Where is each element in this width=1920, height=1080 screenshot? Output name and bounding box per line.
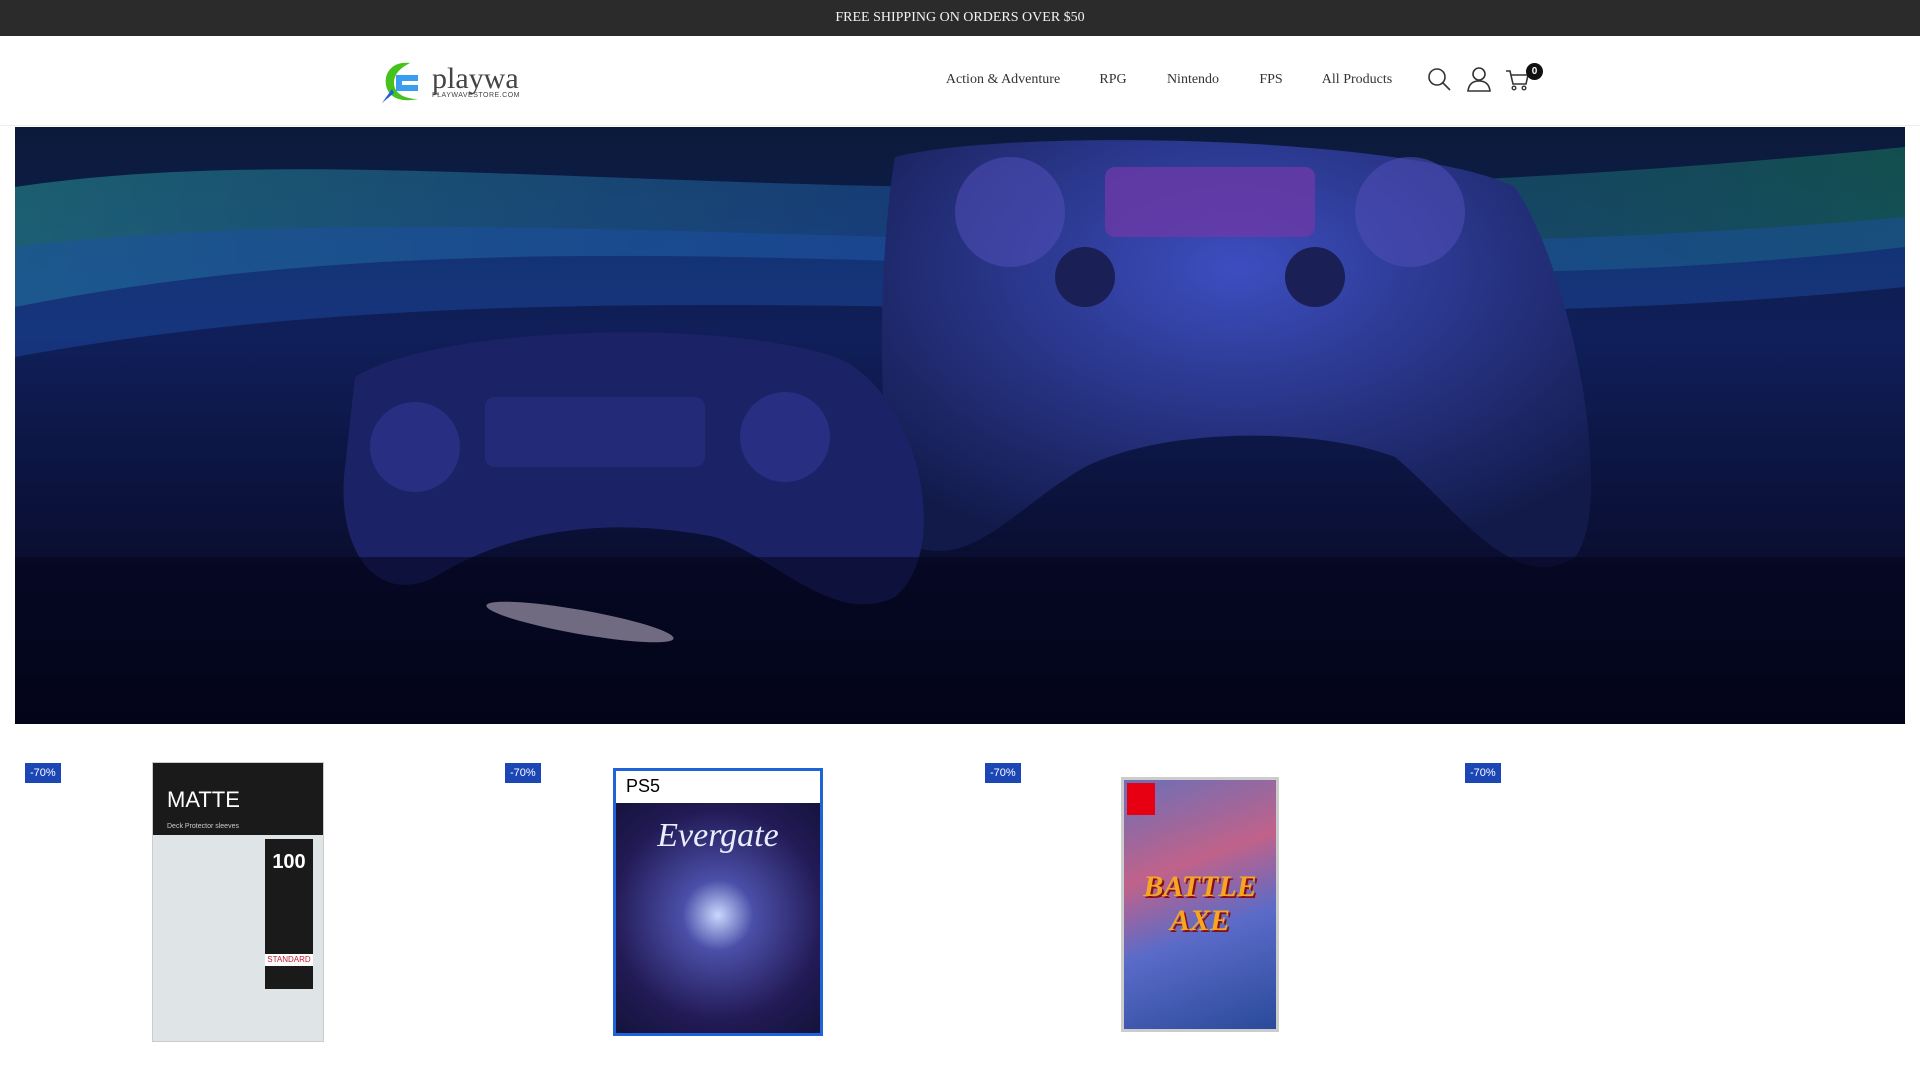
sleeves-side-panel: 100 STANDARD	[265, 839, 313, 989]
discount-badge: -70%	[985, 763, 1021, 783]
evergate-title: Evergate	[657, 817, 779, 854]
search-icon[interactable]	[1426, 66, 1452, 92]
product-card[interactable]: -70% BATTLE AXE	[975, 740, 1455, 1080]
logo-name: playwa	[432, 61, 519, 95]
nav-nintendo[interactable]: Nintendo	[1167, 72, 1219, 88]
account-icon[interactable]	[1466, 66, 1492, 92]
announcement-bar: FREE SHIPPING ON ORDERS OVER $50	[0, 0, 1920, 36]
battleaxe-title: BATTLE AXE	[1143, 870, 1257, 937]
ps5-label: PS5	[616, 771, 820, 803]
hero-banner[interactable]	[15, 127, 1905, 724]
hero-controllers-image	[15, 140, 1905, 724]
product-image-sleeves[interactable]: MATTE Deck Protector sleeves 100 STANDAR…	[152, 762, 324, 1042]
nav-fps[interactable]: FPS	[1259, 72, 1282, 88]
product-card[interactable]: -70%	[1455, 740, 1920, 1080]
product-card[interactable]: -70% PS5 Evergate	[495, 740, 975, 1080]
discount-badge: -70%	[25, 763, 61, 783]
discount-badge: -70%	[1465, 763, 1501, 783]
sleeves-size: STANDARD	[265, 954, 313, 966]
nav-action-adventure[interactable]: Action & Adventure	[946, 72, 1060, 88]
nav-rpg[interactable]: RPG	[1099, 72, 1126, 88]
nav-all-products[interactable]: All Products	[1322, 72, 1392, 88]
sleeves-count: 100	[272, 851, 306, 873]
discount-badge: -70%	[505, 763, 541, 783]
product-image-battleaxe[interactable]: BATTLE AXE	[1121, 777, 1279, 1032]
product-card[interactable]: -70% MATTE Deck Protector sleeves 100 ST…	[15, 740, 495, 1080]
sleeves-label: MATTE	[153, 763, 323, 821]
logo-tagline: PLAYWAVESTORE.COM	[432, 91, 520, 99]
switch-logo	[1127, 783, 1155, 815]
sleeves-subtitle: Deck Protector sleeves	[153, 821, 323, 835]
cart-count-badge: 0	[1526, 63, 1543, 80]
product-image-evergate[interactable]: PS5 Evergate	[613, 768, 823, 1036]
logo[interactable]: playwa PLAYWAVESTORE.COM	[380, 59, 520, 105]
site-header: playwa PLAYWAVESTORE.COM Action & Advent…	[0, 36, 1920, 126]
announcement-text: FREE SHIPPING ON ORDERS OVER $50	[835, 10, 1085, 25]
logo-icon	[382, 62, 418, 103]
